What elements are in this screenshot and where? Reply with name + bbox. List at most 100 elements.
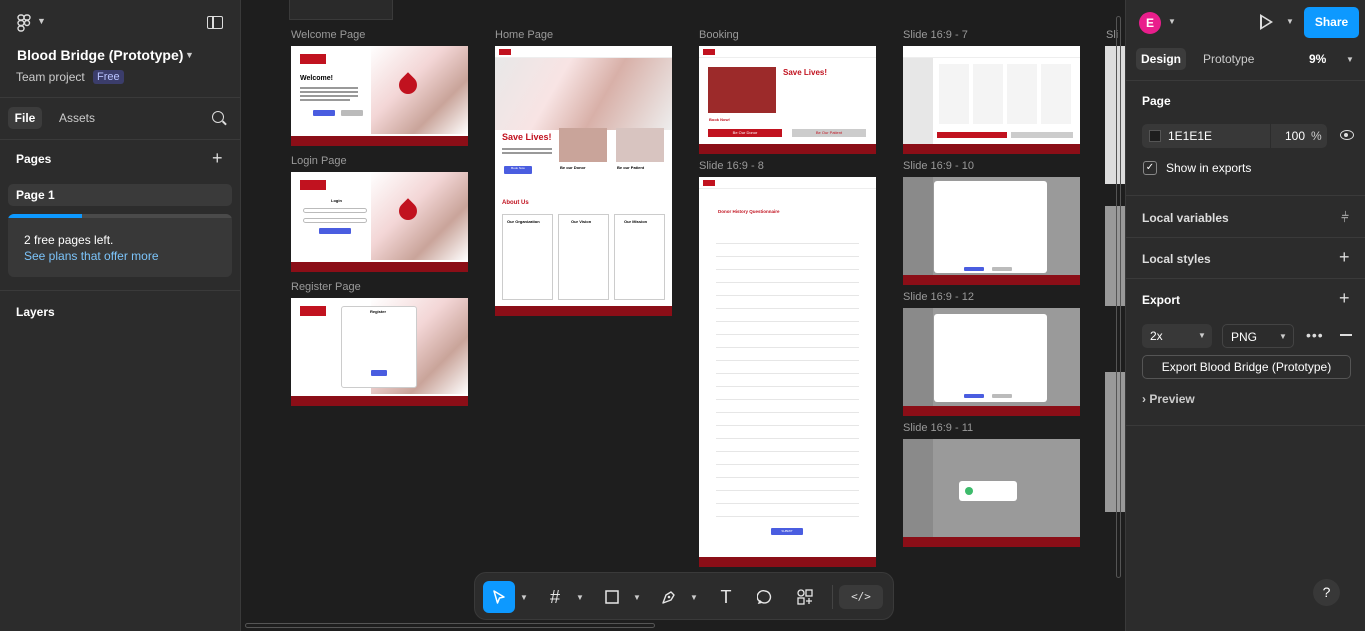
show-in-exports-checkbox[interactable]: ✓ (1143, 161, 1157, 175)
variables-sliders-icon[interactable]: ⫩ (1341, 209, 1349, 226)
frame-partial[interactable] (1105, 206, 1125, 306)
see-plans-link[interactable]: See plans that offer more (24, 249, 159, 263)
panel-toggle-icon[interactable] (207, 16, 223, 29)
dev-mode-toggle[interactable]: </> (839, 585, 883, 609)
text-line (300, 87, 358, 89)
tab-assets[interactable]: Assets (59, 111, 95, 125)
divider (1126, 425, 1365, 426)
frame-questionnaire[interactable]: Donor History Questionnaire SUBMIT (699, 177, 876, 567)
frame-heading: Save Lives! (502, 132, 552, 142)
tab-design[interactable]: Design (1136, 48, 1186, 70)
add-export-icon[interactable]: + (1339, 288, 1350, 309)
add-page-icon[interactable]: + (212, 148, 223, 169)
frame-slide-12[interactable] (903, 308, 1080, 416)
comment-tool-icon[interactable] (749, 581, 781, 613)
page-color-field[interactable]: 1E1E1E 100 % (1142, 124, 1327, 148)
frame-tool-chevron-icon[interactable]: ▼ (576, 593, 584, 602)
share-button[interactable]: Share (1304, 7, 1359, 38)
text-tool-icon[interactable]: T (710, 581, 742, 613)
booking-image (708, 67, 776, 113)
frame-label[interactable]: Slide 16:9 - 8 (699, 160, 764, 172)
column-title: Our Organization (507, 219, 540, 224)
local-styles-heading[interactable]: Local styles (1142, 252, 1211, 266)
frame-label[interactable]: Slide 16:9 - 7 (903, 29, 968, 41)
project-menu-chevron-icon[interactable]: ▼ (185, 50, 194, 60)
help-button[interactable]: ? (1313, 579, 1340, 606)
frame-welcome-page[interactable]: Welcome! (291, 46, 468, 146)
frame-partial[interactable] (1105, 46, 1125, 184)
login-button (313, 110, 335, 116)
preview-toggle[interactable]: › Preview (1142, 392, 1195, 406)
zoom-level[interactable]: 9% (1309, 52, 1326, 66)
frame-partial[interactable] (1105, 372, 1125, 512)
frame-label[interactable]: Slide 16:9 - 12 (903, 291, 974, 303)
main-menu-chevron-icon[interactable]: ▼ (37, 16, 46, 26)
page-item[interactable]: Page 1 (8, 184, 232, 206)
frame-label[interactable]: Booking (699, 29, 739, 41)
export-format-select[interactable]: PNG ▼ (1222, 324, 1294, 348)
tab-prototype[interactable]: Prototype (1203, 52, 1254, 66)
plan-badge: Free (93, 70, 124, 84)
frame-label[interactable]: Slide 16:9 - 11 (903, 422, 973, 434)
page-color-hex[interactable]: 1E1E1E (1168, 129, 1212, 143)
zoom-chevron-icon[interactable]: ▼ (1346, 55, 1354, 64)
export-heading: Export (1142, 293, 1181, 307)
divider (1126, 80, 1365, 81)
pen-tool-icon[interactable] (653, 581, 685, 613)
tab-file[interactable]: File (8, 107, 42, 129)
modal-submit-button (964, 394, 984, 398)
frame-label[interactable]: Slide 16:9 - 10 (903, 160, 974, 172)
rectangle-tool-chevron-icon[interactable]: ▼ (633, 593, 641, 602)
pen-tool-chevron-icon[interactable]: ▼ (690, 593, 698, 602)
move-tool-chevron-icon[interactable]: ▼ (520, 593, 528, 602)
divider (1126, 195, 1365, 196)
project-title[interactable]: Blood Bridge (Prototype) (17, 47, 183, 63)
be-our-patient-button: Be Our Patient (792, 129, 866, 137)
page-opacity[interactable]: 100 (1285, 129, 1305, 143)
user-avatar[interactable]: E (1139, 12, 1161, 34)
divider (0, 290, 241, 291)
remove-export-icon[interactable] (1340, 334, 1352, 336)
frame-slide-10[interactable] (903, 177, 1080, 285)
color-swatch[interactable] (1149, 130, 1161, 142)
present-play-icon[interactable] (1260, 14, 1273, 30)
frame-label[interactable]: Login Page (291, 155, 347, 167)
frame-slide-7[interactable] (903, 46, 1080, 154)
more-options-icon[interactable]: ••• (1306, 327, 1324, 343)
frame-booking[interactable]: Save Lives! Book Now! Be Our Donor Be Ou… (699, 46, 876, 154)
figma-logo-icon[interactable] (17, 14, 31, 32)
frame-label[interactable]: Welcome Page (291, 29, 365, 41)
move-tool-icon[interactable] (483, 581, 515, 613)
export-button[interactable]: Export Blood Bridge (Prototype) (1142, 355, 1351, 379)
eye-icon[interactable] (1340, 130, 1354, 140)
frame-stub[interactable] (289, 0, 393, 20)
frame-login-page[interactable]: Login (291, 172, 468, 272)
avatar-chevron-icon[interactable]: ▼ (1168, 17, 1176, 26)
local-variables-heading[interactable]: Local variables (1142, 211, 1229, 225)
free-pages-notice: 2 free pages left. See plans that offer … (8, 214, 232, 277)
search-icon[interactable] (212, 111, 224, 123)
frame-nav (495, 46, 672, 58)
frame-label[interactable]: Register Page (291, 281, 361, 293)
frame-nav (699, 46, 876, 58)
frame-register-page[interactable]: Register (291, 298, 468, 406)
text-line (300, 99, 350, 101)
frame-footer (291, 396, 468, 406)
horizontal-scrollbar[interactable] (245, 623, 655, 628)
rectangle-tool-icon[interactable] (596, 581, 628, 613)
frame-home-page[interactable]: Save Lives! Book Now Be our Donor Be our… (495, 46, 672, 316)
vertical-scrollbar[interactable] (1116, 16, 1121, 578)
password-field (303, 218, 367, 223)
export-scale-value: 2x (1150, 329, 1163, 343)
hero-image (371, 172, 468, 260)
actions-tool-icon[interactable] (789, 581, 821, 613)
export-scale-select[interactable]: 2x ▼ (1142, 324, 1212, 348)
questionnaire-table (716, 231, 859, 517)
frame-slide-11[interactable] (903, 439, 1080, 547)
sidebar (903, 308, 933, 416)
canvas[interactable]: Welcome Page Welcome! Login Page Login R… (241, 0, 1125, 631)
add-style-icon[interactable]: + (1339, 247, 1350, 268)
frame-tool-icon[interactable]: # (539, 581, 571, 613)
present-chevron-icon[interactable]: ▼ (1286, 17, 1294, 26)
frame-label[interactable]: Home Page (495, 29, 553, 41)
